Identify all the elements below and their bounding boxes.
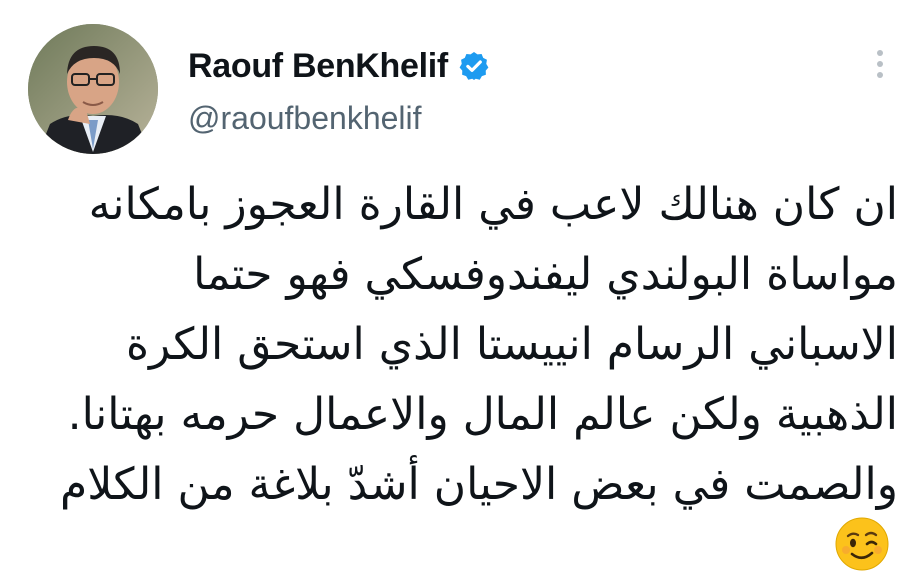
winking-face-emoji [834,516,890,572]
tweet-line: والصمت في بعض الاحيان أشدّ بلاغة من الكل… [60,459,898,510]
tweet-line: ان كان هنالك لاعب في القارة العجوز بامكا… [88,179,898,230]
avatar-photo [28,24,158,154]
tweet-text: ان كان هنالك لاعب في القارة العجوز بامكا… [18,170,898,520]
tweet-line: الاسباني الرسام انييستا الذي استحق الكرة [126,319,898,370]
more-dot [877,50,883,56]
author-display-name[interactable]: Raouf BenKhelif [188,44,448,88]
tweet-line: مواساة البولندي ليفندوفسكي فهو حتما [193,249,898,300]
tweet-line: الذهبية ولكن عالم المال والاعمال حرمه به… [67,389,898,440]
author-handle[interactable]: @raoufbenkhelif [188,98,422,138]
more-dot [877,72,883,78]
more-dot [877,61,883,67]
verified-badge-icon [458,50,490,82]
author-avatar[interactable] [28,24,158,154]
author-name-row: Raouf BenKhelif [188,44,490,88]
more-options-icon[interactable] [862,44,898,84]
